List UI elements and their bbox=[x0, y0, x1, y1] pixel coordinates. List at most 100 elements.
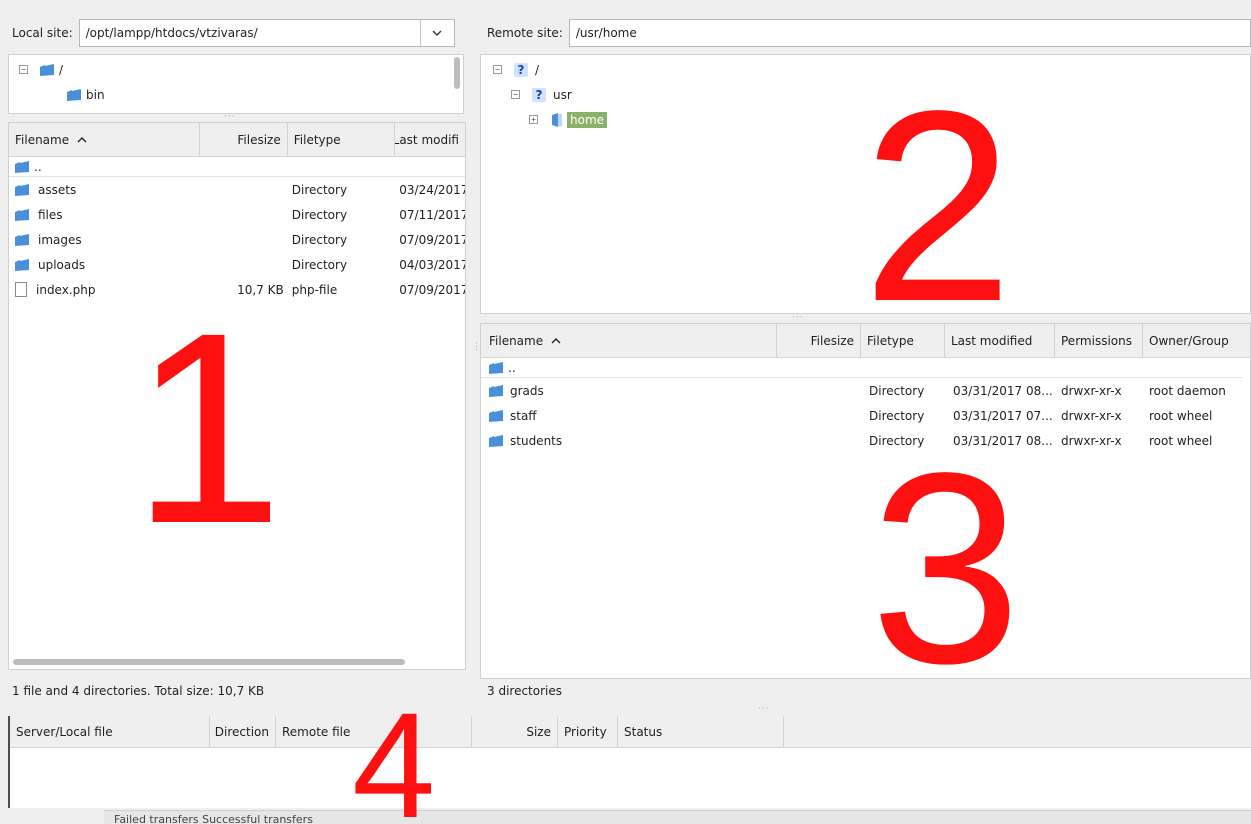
local-site-row: Local site: /opt/lampp/htdocs/vtzivaras/ bbox=[6, 18, 464, 48]
remote-site-row: Remote site: /usr/home bbox=[478, 18, 1251, 48]
column-filesize[interactable]: Filesize bbox=[200, 123, 288, 156]
file-name: students bbox=[510, 433, 563, 448]
file-owner-group: root wheel bbox=[1149, 433, 1213, 448]
queue-header: Server/Local file Direction Remote file … bbox=[10, 716, 1251, 748]
expand-icon[interactable]: + bbox=[529, 115, 538, 124]
folder-icon bbox=[15, 233, 29, 246]
local-path-dropdown-button[interactable] bbox=[419, 20, 454, 46]
file-type: Directory bbox=[291, 207, 348, 222]
collapse-icon[interactable]: − bbox=[19, 65, 28, 74]
file-type: Directory bbox=[291, 182, 348, 197]
file-name: staff bbox=[510, 408, 537, 423]
file-modified: 03/31/2017 07... bbox=[953, 408, 1053, 423]
local-tree-node-bin[interactable]: bin bbox=[67, 82, 105, 107]
column-priority[interactable]: Priority bbox=[558, 716, 618, 747]
column-last-modified[interactable]: Last modified bbox=[945, 324, 1055, 357]
list-item[interactable]: uploads Directory 04/03/2017 bbox=[9, 252, 465, 277]
local-path-text: /opt/lampp/htdocs/vtzivaras/ bbox=[85, 26, 258, 40]
local-tree-label: / bbox=[59, 62, 64, 77]
column-size-label: Size bbox=[526, 724, 551, 739]
local-status-bar: 1 file and 4 directories. Total size: 10… bbox=[12, 684, 265, 698]
list-item[interactable]: files Directory 07/11/2017 bbox=[9, 202, 465, 227]
list-item[interactable]: grads Directory 03/31/2017 08... drwxr-x… bbox=[481, 378, 1250, 403]
list-item[interactable]: index.php 10,7 KB php-file 07/09/2017 bbox=[9, 277, 465, 302]
remote-file-list[interactable]: Filename Filesize Filetype Last modified… bbox=[480, 323, 1251, 679]
sort-ascending-icon bbox=[551, 337, 561, 343]
local-tree-scrollbar[interactable] bbox=[454, 57, 460, 89]
collapse-icon[interactable]: − bbox=[511, 90, 520, 99]
list-item[interactable]: staff Directory 03/31/2017 07... drwxr-x… bbox=[481, 403, 1250, 428]
local-pane: Local site: /opt/lampp/htdocs/vtzivaras/… bbox=[6, 8, 470, 706]
list-item-parent[interactable]: .. bbox=[481, 358, 1243, 378]
parent-dir-label: .. bbox=[508, 360, 516, 375]
column-filesize[interactable]: Filesize bbox=[777, 324, 861, 357]
splitter-handle[interactable]: ··· bbox=[792, 313, 804, 323]
file-type: Directory bbox=[291, 257, 348, 272]
column-server-local-file-label: Server/Local file bbox=[16, 724, 113, 739]
column-size[interactable]: Size bbox=[472, 716, 558, 747]
local-list-header: Filename Filesize Filetype Last modifi bbox=[9, 123, 465, 157]
remote-tree-label: usr bbox=[553, 87, 572, 102]
transfer-queue[interactable]: Server/Local file Direction Remote file … bbox=[8, 716, 1251, 808]
column-status[interactable]: Status bbox=[618, 716, 784, 747]
folder-icon bbox=[67, 88, 81, 101]
list-item[interactable]: assets Directory 03/24/2017 bbox=[9, 177, 465, 202]
sort-ascending-icon bbox=[77, 136, 87, 142]
parent-dir-label: .. bbox=[34, 159, 42, 174]
list-item-parent[interactable]: .. bbox=[9, 157, 465, 177]
file-name: files bbox=[38, 207, 63, 222]
local-path-input[interactable]: /opt/lampp/htdocs/vtzivaras/ bbox=[78, 19, 455, 47]
file-modified: 07/09/2017 bbox=[399, 282, 465, 297]
column-filename-label: Filename bbox=[489, 333, 544, 348]
remote-path-text: /usr/home bbox=[575, 26, 637, 40]
remote-site-label: Remote site: bbox=[487, 26, 563, 40]
column-filetype[interactable]: Filetype bbox=[861, 324, 945, 357]
queue-tabs-bar: Failed transfers Successful transfers bbox=[104, 810, 1251, 824]
column-permissions[interactable]: Permissions bbox=[1055, 324, 1143, 357]
queue-tabs-label[interactable]: Failed transfers Successful transfers bbox=[114, 813, 313, 824]
remote-tree-node-usr[interactable]: − ? usr bbox=[511, 82, 572, 107]
local-tree-node-root[interactable]: − / bbox=[19, 57, 63, 82]
remote-tree-node-root[interactable]: − ? / bbox=[493, 57, 539, 82]
file-size: 10,7 KB bbox=[237, 282, 284, 297]
column-filesize-label: Filesize bbox=[810, 333, 854, 348]
list-item[interactable]: students Directory 03/31/2017 08... drwx… bbox=[481, 428, 1250, 453]
vertical-splitter[interactable]: ⋮ bbox=[472, 343, 481, 365]
column-remote-file[interactable]: Remote file bbox=[276, 716, 472, 747]
local-directory-tree[interactable]: − / bin bbox=[8, 54, 464, 114]
column-last-modified-label: Last modified bbox=[951, 333, 1033, 348]
folder-icon bbox=[40, 63, 54, 76]
unknown-folder-icon: ? bbox=[514, 62, 528, 77]
column-server-local-file[interactable]: Server/Local file bbox=[10, 716, 210, 747]
remote-tree-label-selected: home bbox=[567, 111, 608, 128]
remote-tree-label: / bbox=[535, 62, 540, 77]
file-name: uploads bbox=[38, 257, 86, 272]
remote-path-input[interactable]: /usr/home bbox=[568, 19, 1251, 47]
remote-directory-tree[interactable]: − ? / − ? usr + home bbox=[480, 54, 1251, 314]
file-modified: 03/31/2017 08... bbox=[953, 383, 1053, 398]
local-tree-label: bin bbox=[86, 87, 105, 102]
remote-pane: Remote site: /usr/home − ? / − ? usr + h… bbox=[478, 8, 1251, 706]
file-type: Directory bbox=[869, 408, 925, 423]
column-filetype-label: Filetype bbox=[867, 333, 914, 348]
column-filetype[interactable]: Filetype bbox=[288, 123, 396, 156]
list-item[interactable]: images Directory 07/09/2017 bbox=[9, 227, 465, 252]
column-filename[interactable]: Filename bbox=[481, 324, 777, 357]
column-owner-group[interactable]: Owner/Group bbox=[1143, 324, 1243, 357]
splitter-handle[interactable]: ··· bbox=[758, 704, 770, 714]
local-horizontal-scrollbar[interactable] bbox=[13, 659, 405, 665]
column-permissions-label: Permissions bbox=[1061, 333, 1132, 348]
local-file-list[interactable]: Filename Filesize Filetype Last modifi .… bbox=[8, 122, 466, 670]
splitter-handle[interactable]: ··· bbox=[224, 112, 236, 122]
file-modified: 03/31/2017 08... bbox=[953, 433, 1053, 448]
column-filename[interactable]: Filename bbox=[9, 123, 201, 156]
remote-tree-node-home[interactable]: + home bbox=[529, 107, 608, 132]
collapse-icon[interactable]: − bbox=[493, 65, 502, 74]
open-folder-icon bbox=[552, 112, 562, 127]
folder-icon bbox=[489, 409, 503, 422]
column-direction[interactable]: Direction bbox=[210, 716, 276, 747]
file-type: php-file bbox=[291, 282, 338, 297]
file-type: Directory bbox=[869, 383, 925, 398]
column-last-modified[interactable]: Last modifi bbox=[395, 123, 465, 156]
remote-status-bar: 3 directories bbox=[487, 684, 562, 698]
